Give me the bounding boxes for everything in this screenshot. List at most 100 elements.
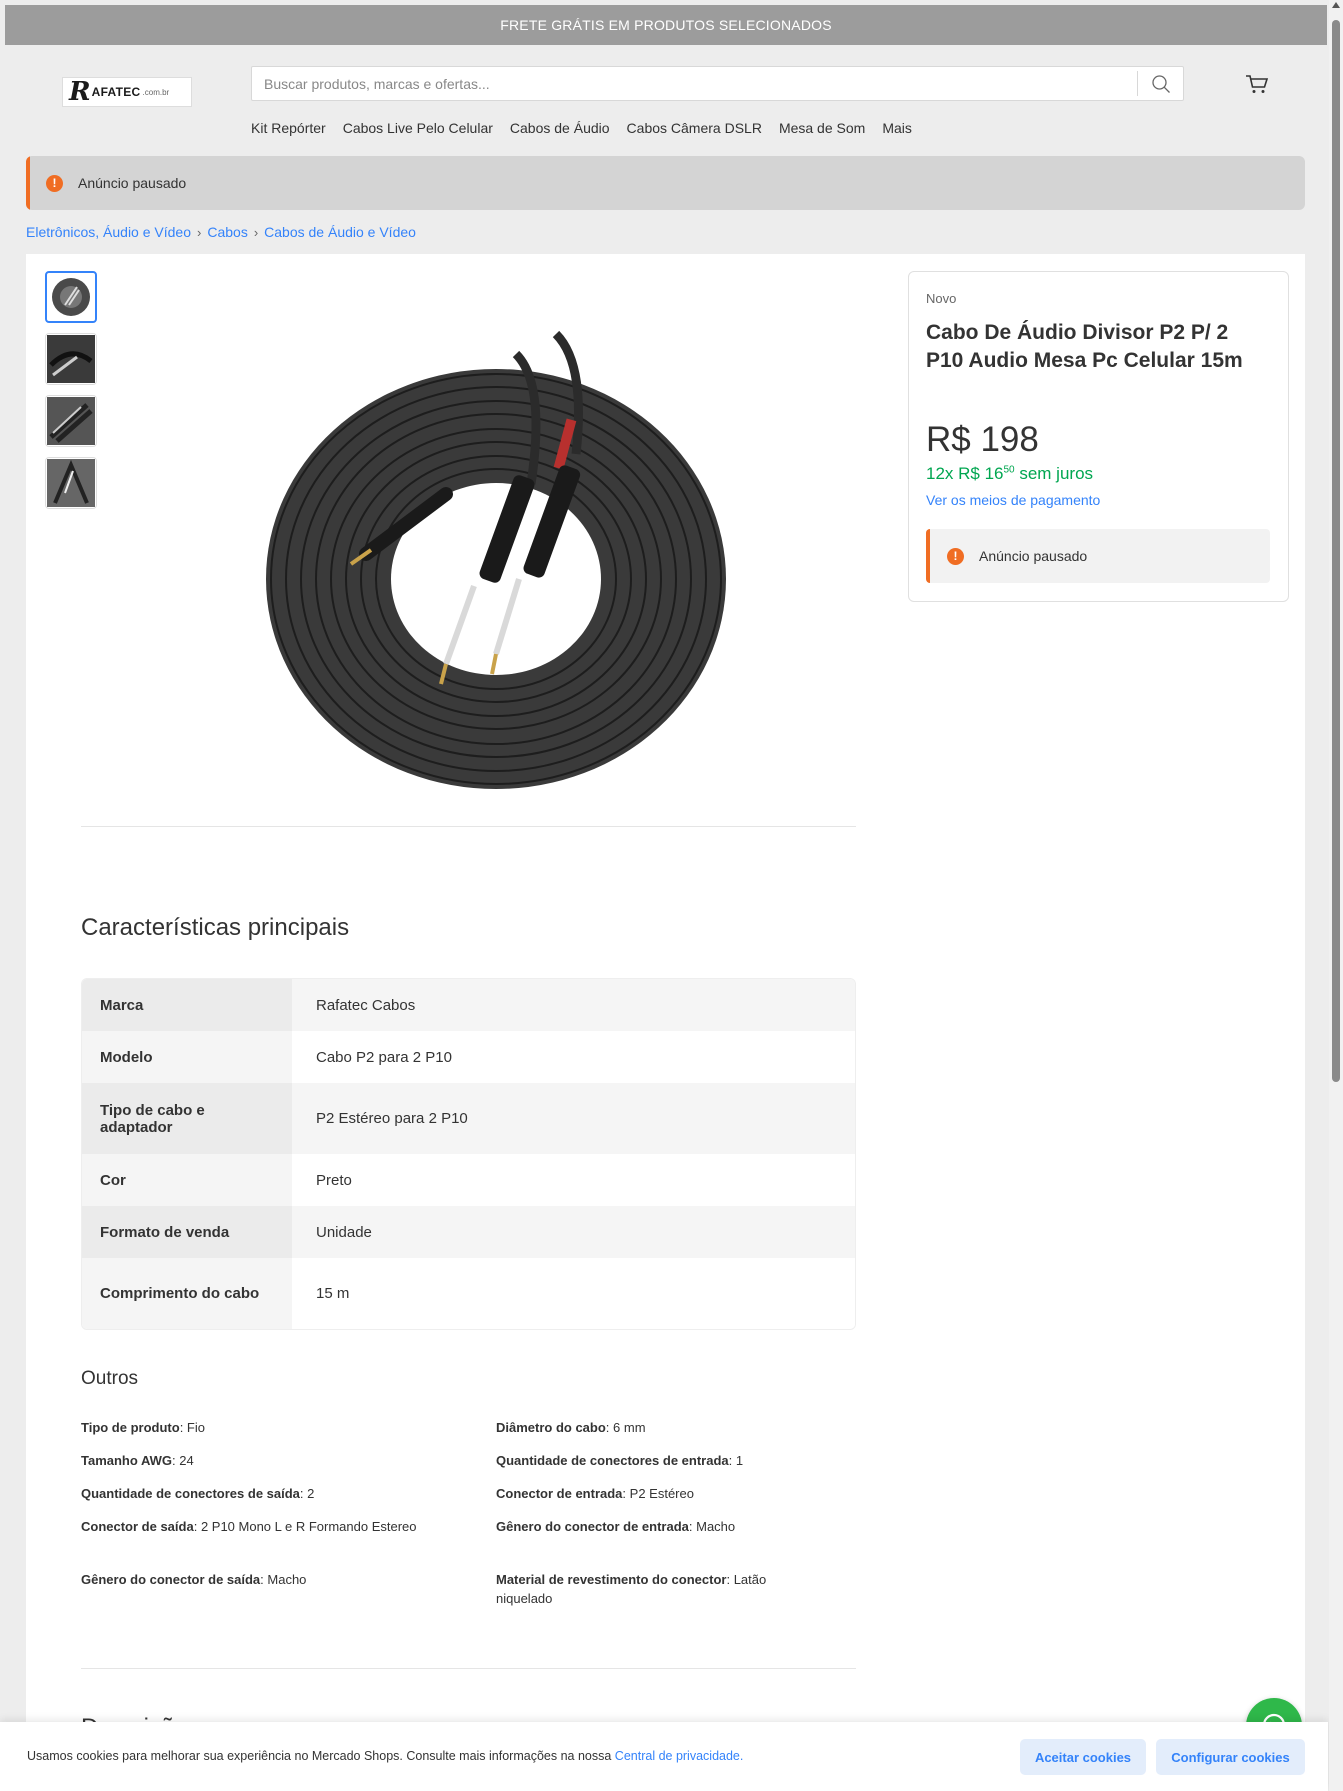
attr-key: Quantidade de conectores de saída bbox=[81, 1486, 300, 1501]
spec-value: Unidade bbox=[292, 1206, 855, 1258]
attr-value: 2 P10 Mono L e R Formando Estereo bbox=[200, 1519, 417, 1534]
list-item: Conector de saída: 2 P10 Mono L e R Form… bbox=[81, 1519, 417, 1534]
nav-item-cabos-live[interactable]: Cabos Live Pelo Celular bbox=[343, 120, 493, 136]
attr-key: Tamanho AWG bbox=[81, 1453, 172, 1468]
product-price: R$ 198 bbox=[926, 420, 1039, 459]
payment-methods-link[interactable]: Ver os meios de pagamento bbox=[926, 492, 1100, 508]
paused-alert-banner: ! Anúncio pausado bbox=[26, 156, 1305, 210]
cart-button[interactable] bbox=[1244, 71, 1270, 97]
alert-text: Anúncio pausado bbox=[78, 175, 187, 191]
list-item: Material de revestimento do conector: La… bbox=[496, 1572, 767, 1606]
category-nav: Kit Repórter Cabos Live Pelo Celular Cab… bbox=[251, 120, 929, 136]
condition-label: Novo bbox=[926, 291, 957, 306]
product-card: Características principais Marca Rafatec… bbox=[26, 254, 1305, 1791]
spec-key: Comprimento do cabo bbox=[82, 1258, 292, 1329]
breadcrumb: Eletrônicos, Áudio e Vídeo › Cabos › Cab… bbox=[26, 224, 416, 240]
section-divider bbox=[81, 826, 856, 827]
search-button[interactable] bbox=[1137, 71, 1183, 96]
privacy-center-link[interactable]: Central de privacidade. bbox=[615, 1749, 744, 1763]
logo-text: AFATEC bbox=[91, 85, 141, 99]
scroll-up-arrow-icon[interactable] bbox=[1332, 2, 1340, 8]
section-divider bbox=[81, 1668, 856, 1669]
thumbnail-4[interactable] bbox=[45, 457, 97, 509]
spec-key: Marca bbox=[82, 979, 292, 1031]
spec-key: Cor bbox=[82, 1154, 292, 1206]
attr-value: 6 mm bbox=[613, 1420, 646, 1435]
warning-icon: ! bbox=[947, 547, 964, 565]
promo-banner: FRETE GRÁTIS EM PRODUTOS SELECIONADOS bbox=[5, 5, 1327, 45]
cookie-message: Usamos cookies para melhorar sua experiê… bbox=[27, 1749, 615, 1763]
configure-cookies-button[interactable]: Configurar cookies bbox=[1156, 1739, 1305, 1775]
specs-title: Características principais bbox=[81, 914, 350, 941]
spec-value: Cabo P2 para 2 P10 bbox=[292, 1031, 855, 1083]
store-logo[interactable]: R AFATEC .com.br bbox=[62, 77, 192, 107]
table-row: Comprimento do cabo 15 m bbox=[82, 1258, 855, 1329]
chevron-right-icon: › bbox=[253, 224, 259, 240]
chevron-right-icon: › bbox=[197, 224, 202, 240]
list-item: Tamanho AWG: 24 bbox=[81, 1453, 194, 1468]
spec-key: Formato de venda bbox=[82, 1206, 292, 1258]
nav-item-cabos-audio[interactable]: Cabos de Áudio bbox=[510, 120, 610, 136]
alert-accent-bar bbox=[926, 529, 930, 583]
warning-icon: ! bbox=[46, 174, 63, 192]
product-title: Cabo De Áudio Divisor P2 P/ 2 P10 Audio … bbox=[926, 321, 1243, 372]
attr-key: Gênero do conector de entrada bbox=[496, 1519, 689, 1534]
cookie-text: Usamos cookies para melhorar sua experiê… bbox=[27, 1749, 743, 1763]
accept-cookies-button[interactable]: Aceitar cookies bbox=[1020, 1739, 1146, 1775]
table-row: Formato de venda Unidade bbox=[82, 1206, 855, 1258]
search-input[interactable] bbox=[252, 67, 1137, 100]
nav-item-mesa-som[interactable]: Mesa de Som bbox=[779, 120, 865, 136]
nav-item-kit-reporter[interactable]: Kit Repórter bbox=[251, 120, 326, 136]
spec-key: Tipo de cabo e adaptador bbox=[82, 1083, 292, 1154]
attr-value: P2 Estéreo bbox=[629, 1486, 694, 1501]
spec-value: 15 m bbox=[292, 1258, 855, 1329]
promo-text: FRETE GRÁTIS EM PRODUTOS SELECIONADOS bbox=[500, 17, 832, 33]
cookie-banner: Usamos cookies para melhorar sua experiê… bbox=[0, 1722, 1328, 1791]
list-item: Gênero do conector de entrada: Macho bbox=[496, 1519, 736, 1534]
spec-key: Modelo bbox=[82, 1031, 292, 1083]
installments-cents: 50 bbox=[1003, 464, 1015, 476]
cart-icon bbox=[1246, 75, 1269, 93]
thumbnail-3[interactable] bbox=[45, 395, 97, 447]
buy-box: Novo Cabo De Áudio Divisor P2 P/ 2 P10 A… bbox=[908, 271, 1289, 602]
scrollbar[interactable] bbox=[1329, 0, 1343, 1791]
breadcrumb-item[interactable]: Eletrônicos, Áudio e Vídeo bbox=[26, 224, 191, 240]
list-item: Tipo de produto: Fio bbox=[81, 1420, 205, 1435]
attr-key: Gênero do conector de saída bbox=[81, 1572, 261, 1587]
spec-value: P2 Estéreo para 2 P10 bbox=[292, 1083, 855, 1154]
list-item: Quantidade de conectores de entrada: 1 bbox=[496, 1453, 744, 1468]
list-item: Conector de entrada: P2 Estéreo bbox=[496, 1486, 694, 1501]
attr-key: Conector de entrada bbox=[496, 1486, 623, 1501]
product-image[interactable] bbox=[246, 324, 746, 794]
others-title: Outros bbox=[81, 1368, 139, 1389]
installments-suffix: sem juros bbox=[1014, 464, 1094, 483]
nav-item-cabos-camera[interactable]: Cabos Câmera DSLR bbox=[627, 120, 762, 136]
table-row: Modelo Cabo P2 para 2 P10 bbox=[82, 1031, 855, 1083]
thumbnail-1[interactable] bbox=[45, 271, 97, 323]
spec-value: Preto bbox=[292, 1154, 855, 1206]
attr-key: Diâmetro do cabo bbox=[496, 1420, 606, 1435]
nav-item-more[interactable]: Mais bbox=[882, 120, 912, 136]
attr-key: Conector de saída bbox=[81, 1519, 194, 1534]
attr-value: Fio bbox=[186, 1420, 205, 1435]
installments-prefix: 12x R$ 16 bbox=[926, 464, 1004, 483]
search-icon bbox=[1151, 74, 1170, 93]
thumbnail-gallery bbox=[45, 271, 97, 519]
attr-value: 2 bbox=[307, 1486, 315, 1501]
paused-notice: ! Anúncio pausado bbox=[926, 529, 1270, 583]
cable-thumbnail-image bbox=[47, 397, 95, 445]
breadcrumb-item[interactable]: Cabos de Áudio e Vídeo bbox=[264, 224, 416, 240]
breadcrumb-item[interactable]: Cabos bbox=[207, 224, 247, 240]
cable-thumbnail-image bbox=[47, 335, 95, 383]
attr-key: Quantidade de conectores de entrada bbox=[496, 1453, 729, 1468]
scrollbar-thumb[interactable] bbox=[1332, 20, 1340, 1082]
list-item: Gênero do conector de saída: Macho bbox=[81, 1572, 307, 1587]
installments-text: 12x R$ 1650 sem juros bbox=[926, 464, 1093, 484]
logo-suffix: .com.br bbox=[142, 87, 170, 97]
attr-value: 1 bbox=[735, 1453, 744, 1468]
paused-text: Anúncio pausado bbox=[979, 548, 1088, 564]
thumbnail-2[interactable] bbox=[45, 333, 97, 385]
attr-value: 24 bbox=[179, 1453, 194, 1468]
cable-thumbnail-image bbox=[47, 459, 95, 507]
logo-letter: R bbox=[69, 77, 91, 107]
